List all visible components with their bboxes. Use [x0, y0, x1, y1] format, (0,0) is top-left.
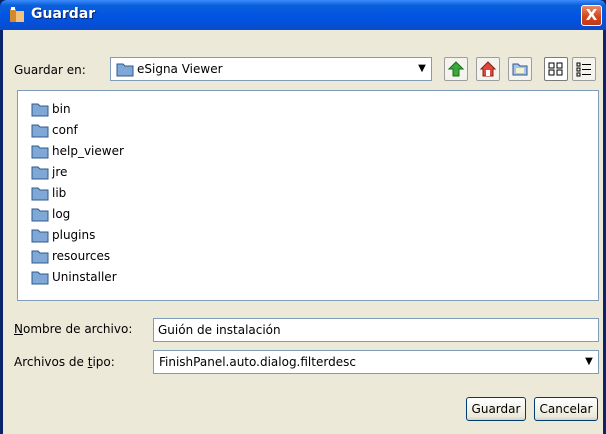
folder-icon: [31, 187, 49, 201]
folder-icon: [31, 124, 49, 138]
new-folder-button[interactable]: [508, 57, 532, 81]
filename-label: Nombre de archivo:: [14, 322, 132, 336]
folder-icon: [31, 166, 49, 180]
folder-icon: [31, 208, 49, 222]
list-item[interactable]: jre: [31, 162, 67, 182]
file-name: log: [52, 207, 71, 221]
file-name: lib: [52, 186, 67, 200]
list-item[interactable]: conf: [31, 120, 78, 140]
up-arrow-icon: [448, 61, 464, 77]
filename-label-mnemonic: N: [14, 322, 23, 336]
folder-icon: [31, 250, 49, 264]
location-value: eSigna Viewer: [137, 62, 223, 76]
list-view-button[interactable]: [544, 57, 568, 81]
chevron-down-icon: ▼: [585, 356, 593, 367]
file-name: conf: [52, 123, 78, 137]
filename-label-text: ombre de archivo:: [22, 322, 133, 336]
details-view-button[interactable]: [572, 57, 596, 81]
list-item[interactable]: resources: [31, 246, 110, 266]
folder-icon: [31, 271, 49, 285]
file-name: Uninstaller: [52, 270, 117, 284]
folder-icon: [116, 63, 134, 77]
file-name: bin: [52, 102, 71, 116]
home-button[interactable]: [476, 57, 500, 81]
home-icon: [480, 61, 496, 77]
folder-icon: [31, 229, 49, 243]
folder-icon: [31, 103, 49, 117]
file-name: help_viewer: [52, 144, 124, 158]
filename-input[interactable]: Guión de instalación: [153, 318, 599, 342]
folder-icon: [31, 145, 49, 159]
save-dialog: Guardar X Guardar en: eSigna Viewer ▼ bi…: [0, 0, 606, 434]
up-one-level-button[interactable]: [444, 57, 468, 81]
list-view-icon: [548, 62, 563, 76]
file-name: resources: [52, 249, 111, 263]
cancel-button[interactable]: Cancelar: [534, 397, 598, 421]
location-combo[interactable]: eSigna Viewer ▼: [110, 57, 432, 81]
list-item[interactable]: bin: [31, 99, 71, 119]
list-item[interactable]: Uninstaller: [31, 267, 117, 287]
filetype-value: FinishPanel.auto.dialog.filterdesc: [159, 355, 356, 369]
list-item[interactable]: lib: [31, 183, 66, 203]
new-folder-icon: [512, 63, 528, 76]
filetype-label: Archivos de tipo:: [14, 355, 115, 369]
details-view-icon: [576, 62, 591, 77]
window-title: Guardar: [31, 6, 96, 22]
dialog-body: Guardar en: eSigna Viewer ▼ bin conf hel…: [3, 30, 603, 434]
file-list[interactable]: bin conf help_viewer jre lib log plugins…: [17, 90, 599, 301]
filetype-label-text-end: ipo:: [92, 355, 115, 369]
title-bar[interactable]: Guardar X: [0, 0, 606, 30]
save-button[interactable]: Guardar: [466, 397, 526, 421]
file-name: jre: [52, 165, 68, 179]
close-button[interactable]: X: [581, 5, 602, 26]
app-icon: [10, 7, 24, 22]
filetype-label-text: Archivos de: [14, 355, 88, 369]
list-item[interactable]: help_viewer: [31, 141, 124, 161]
list-item[interactable]: log: [31, 204, 70, 224]
chevron-down-icon: ▼: [418, 63, 426, 74]
save-in-label: Guardar en:: [14, 63, 86, 77]
filetype-select[interactable]: FinishPanel.auto.dialog.filterdesc ▼: [153, 350, 599, 374]
list-item[interactable]: plugins: [31, 225, 95, 245]
file-name: plugins: [52, 228, 96, 242]
close-icon: X: [585, 6, 598, 24]
